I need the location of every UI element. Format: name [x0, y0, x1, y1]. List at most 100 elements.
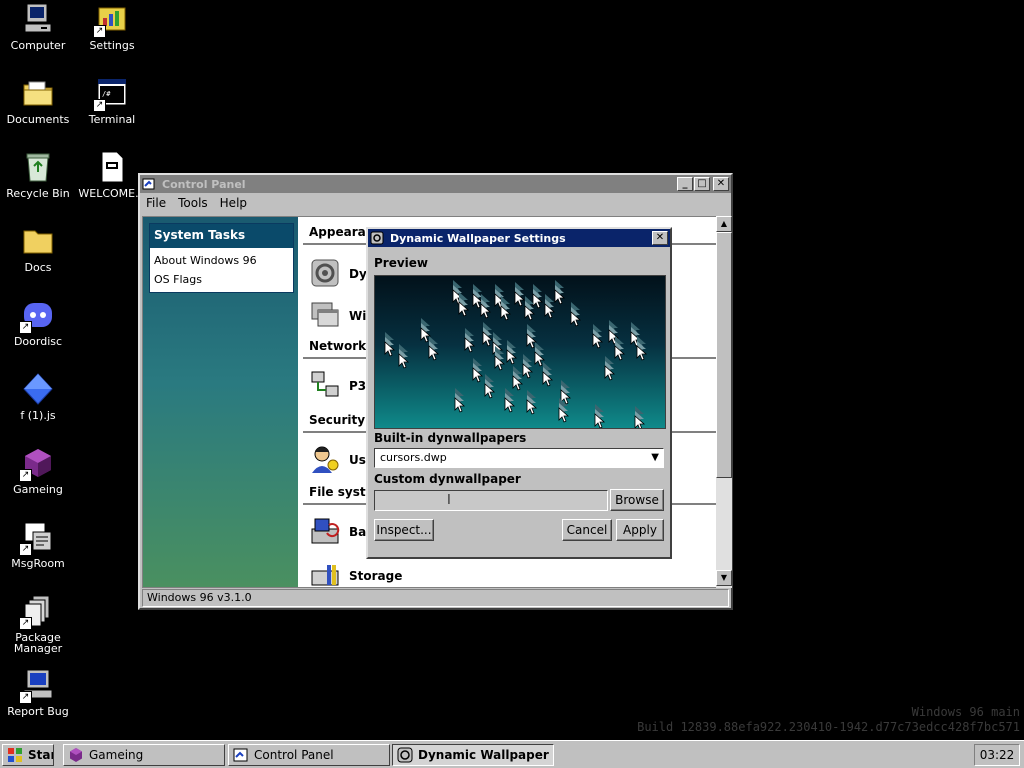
wallpaper-preview — [374, 275, 666, 429]
scroll-thumb[interactable] — [716, 232, 732, 478]
clock[interactable]: 03:22 — [980, 748, 1015, 762]
start-label: Start — [28, 748, 53, 762]
menu-help[interactable]: Help — [214, 196, 253, 210]
status-bar: Windows 96 v3.1.0 — [142, 589, 729, 607]
scroll-up-button[interactable]: ▲ — [716, 216, 732, 232]
settings-icon — [93, 2, 129, 38]
build-watermark-line2: Build 12839.88efa922.230410-1942.d77c73e… — [637, 720, 1020, 734]
desktop-icon-report-bug[interactable]: Report Bug — [0, 668, 76, 717]
custom-input[interactable]: I — [374, 490, 608, 511]
package-icon — [19, 594, 55, 630]
system-tasks-heading: System Tasks — [150, 224, 293, 248]
recycle-bin-icon — [21, 150, 55, 184]
browse-button[interactable]: Browse — [610, 489, 664, 511]
system-tray: 03:22 — [974, 744, 1020, 766]
cp-item-backup[interactable]: Bac — [309, 515, 373, 549]
scroll-down-button[interactable]: ▼ — [716, 570, 732, 586]
cube-icon — [68, 747, 84, 763]
maximize-button[interactable]: □ — [694, 177, 710, 191]
desktop-icon-f1js[interactable]: f (1).js — [0, 372, 76, 421]
desktop-icon-label: Docs — [24, 261, 52, 274]
desktop-icon-documents[interactable]: Documents — [0, 76, 76, 125]
desktop-icon-label: Recycle Bin — [6, 187, 70, 200]
apply-button[interactable]: Apply — [616, 519, 664, 541]
report-bug-icon — [19, 668, 55, 704]
desktop-icon-gameing[interactable]: Gameing — [0, 446, 76, 495]
dialog-title: Dynamic Wallpaper Settings — [390, 231, 566, 245]
sidebar: System Tasks About Windows 96 OS Flags — [143, 217, 298, 587]
desktop-icon-label: MsgRoom — [11, 557, 65, 570]
cancel-button[interactable]: Cancel — [562, 519, 612, 541]
build-watermark-line1: Windows 96 main — [911, 705, 1020, 719]
menu-file[interactable]: File — [140, 196, 172, 210]
wallpaper-settings-icon — [397, 747, 413, 763]
svg-text:/#: /# — [102, 90, 111, 98]
cube-icon — [19, 446, 55, 482]
control-panel-icon — [233, 747, 249, 763]
chevron-down-icon: ▼ — [651, 452, 659, 463]
desktop-icon-label: Terminal — [88, 113, 136, 126]
task-gameing[interactable]: Gameing — [63, 744, 225, 766]
desktop-icon-msgroom[interactable]: MsgRoom — [0, 520, 76, 569]
cp-item-storage[interactable]: Storage — [309, 559, 403, 587]
task-label: Control Panel — [254, 748, 334, 762]
desktop-icon-settings[interactable]: Settings — [74, 2, 150, 51]
dialog-titlebar[interactable]: Dynamic Wallpaper Settings ✕ — [368, 229, 670, 247]
inspect-button[interactable]: Inspect... — [374, 519, 434, 541]
task-label: Gameing — [89, 748, 144, 762]
desktop-icon-label: Computer — [10, 39, 66, 52]
preview-label: Preview — [374, 256, 429, 270]
msgroom-icon — [19, 520, 55, 556]
diamond-icon — [21, 372, 55, 406]
network-icon — [309, 369, 341, 404]
backup-icon — [309, 515, 341, 550]
desktop-icon-label: f (1).js — [20, 409, 56, 422]
system-task-about[interactable]: About Windows 96 — [150, 248, 293, 267]
desktop-icon-label: Doordisc — [13, 335, 63, 348]
wallpaper-icon — [309, 257, 341, 292]
section-security: Security — [309, 413, 366, 427]
section-network: Network — [309, 339, 367, 353]
task-label: Dynamic Wallpaper S... — [418, 748, 553, 762]
desktop-icon-computer[interactable]: Computer — [0, 2, 76, 51]
task-dynamic-wallpaper[interactable]: Dynamic Wallpaper S... — [392, 744, 554, 766]
cp-item-p3[interactable]: P3 I — [309, 369, 375, 403]
text-cursor-icon: I — [447, 493, 451, 508]
builtin-select-value: cursors.dwp — [380, 451, 447, 464]
system-tasks-panel: System Tasks About Windows 96 OS Flags — [149, 223, 294, 293]
taskbar: Start Gameing Control Panel Dynamic Wall… — [0, 740, 1024, 768]
cp-item-users[interactable]: Use — [309, 443, 374, 477]
cp-item-label: Storage — [349, 569, 403, 583]
vertical-scrollbar[interactable]: ▲ ▼ — [716, 216, 732, 588]
menu-bar: File Tools Help — [140, 193, 731, 213]
custom-label: Custom dynwallpaper — [374, 472, 521, 486]
folder-icon — [21, 76, 55, 110]
minimize-button[interactable]: _ — [677, 177, 693, 191]
start-button[interactable]: Start — [2, 744, 54, 766]
desktop-icon-docs[interactable]: Docs — [0, 224, 76, 273]
cursor-field — [384, 280, 648, 428]
task-control-panel[interactable]: Control Panel — [228, 744, 390, 766]
folder-icon — [21, 224, 55, 258]
doordisc-icon — [19, 298, 55, 334]
terminal-icon: /# — [93, 76, 129, 112]
control-panel-icon — [142, 177, 156, 191]
close-button[interactable]: ✕ — [713, 177, 729, 191]
desktop-icon-terminal[interactable]: /# Terminal — [74, 76, 150, 125]
window-title: Control Panel — [162, 177, 246, 191]
document-icon — [95, 150, 129, 184]
start-logo-icon — [7, 747, 23, 763]
menu-tools[interactable]: Tools — [172, 196, 214, 210]
wallpaper-settings-icon — [370, 231, 384, 245]
status-text: Windows 96 v3.1.0 — [147, 591, 252, 604]
desktop-icon-package-manager[interactable]: Package Manager — [0, 594, 76, 654]
computer-icon — [21, 2, 55, 36]
users-icon — [309, 443, 341, 478]
desktop-icon-label: Package Manager — [13, 631, 63, 655]
desktop-icon-doordisc[interactable]: Doordisc — [0, 298, 76, 347]
builtin-select[interactable]: cursors.dwp ▼ — [374, 448, 664, 468]
system-task-os-flags[interactable]: OS Flags — [150, 267, 293, 286]
dialog-close-button[interactable]: ✕ — [652, 231, 668, 245]
desktop-icon-recycle-bin[interactable]: Recycle Bin — [0, 150, 76, 199]
control-panel-titlebar[interactable]: Control Panel _ □ ✕ — [140, 175, 731, 193]
